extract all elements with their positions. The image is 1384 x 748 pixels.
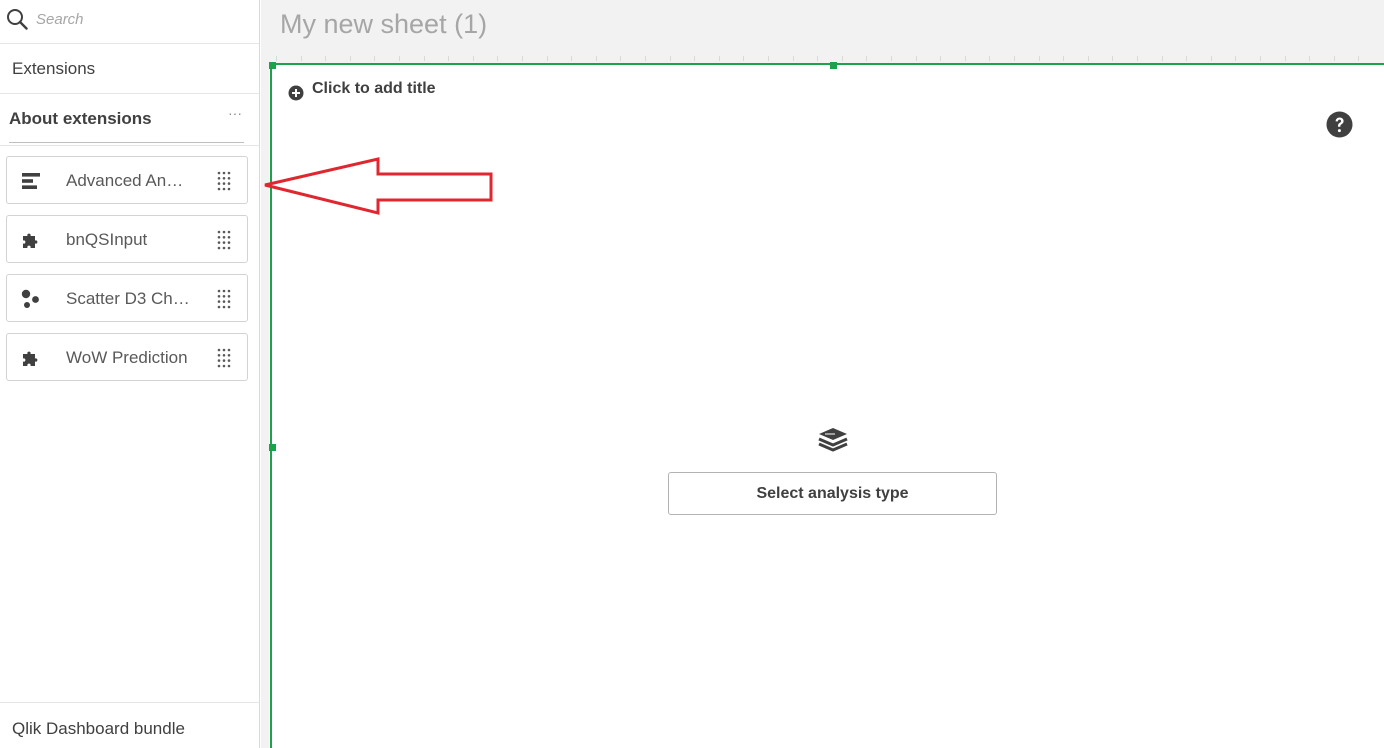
extension-item-label: WoW Prediction [66,348,188,367]
ruler-tick [915,56,917,61]
drag-handle-icon[interactable] [216,288,232,310]
about-extensions-row[interactable]: About extensions ··· [0,94,259,146]
ruler-tick [349,56,351,61]
ruler-tick [448,56,450,61]
bar-chart-icon [22,173,40,189]
ruler-tick [1210,56,1212,61]
ruler-tick [1284,56,1286,61]
ruler-tick [1112,56,1114,61]
bundle-section-label: Qlik Dashboard bundle [12,719,185,738]
extension-item-scatter-d3[interactable]: Scatter D3 Chart [6,274,248,322]
ruler-tick [792,56,794,61]
ruler-tick [964,56,966,61]
ruler-tick [1333,56,1335,61]
ruler-tick [276,56,277,61]
ruler-tick [743,56,745,61]
ruler-tick [1309,56,1311,61]
layers-icon [818,428,848,452]
about-extensions-label: About extensions [9,109,152,128]
extension-item-wow-prediction[interactable]: WoW Prediction [6,333,248,381]
ruler-tick [989,56,991,61]
ruler-tick [1260,56,1261,61]
extension-item-label: Advanced Analytics Integration [66,171,191,190]
ruler-tick [817,56,819,61]
extensions-section-label: Extensions [12,59,96,78]
more-options-icon[interactable]: ··· [228,106,248,122]
drag-handle-icon[interactable] [216,347,232,369]
ruler-tick [645,56,646,61]
ruler-tick [669,56,671,61]
red-arrow-annotation [264,157,493,215]
ruler-tick [497,56,499,61]
ruler-tick [571,56,573,61]
ruler-tick [472,56,474,61]
ruler-tick [841,56,843,61]
extension-item-label: Scatter D3 Chart [66,289,191,308]
ruler-tick [1161,56,1163,61]
ruler-tick [374,56,376,61]
resize-handle-middle-left[interactable] [269,444,276,451]
resize-handle-top-left[interactable] [269,62,276,69]
extension-item-label: bnQSInput [66,230,148,249]
puzzle-icon [23,233,38,248]
help-icon[interactable] [1326,111,1353,138]
ruler-tick [522,56,523,61]
ruler-tick [595,56,597,61]
ruler-tick [1038,56,1040,61]
scatter-icon [21,289,39,308]
ruler-tick [325,56,327,61]
ruler-tick [1137,56,1138,61]
ruler-tick [694,56,696,61]
sheet-header: My new sheet (1) [261,0,1384,62]
puzzle-icon [23,351,38,366]
search-bar [0,0,259,44]
ruler-tick [718,56,720,61]
ruler-tick [768,56,769,61]
ruler-tick [1358,56,1360,61]
drag-handle-icon[interactable] [216,229,232,251]
resize-handle-top-center[interactable] [830,62,837,69]
ruler-tick [300,56,302,61]
ruler-tick [546,56,548,61]
ruler-tick [940,56,942,61]
extensions-section-header[interactable]: Extensions [0,44,259,94]
ruler-tick [399,56,400,61]
about-extensions-divider [9,142,244,143]
search-input[interactable] [36,6,246,32]
ruler-tick [1063,56,1065,61]
ruler-tick [1235,56,1237,61]
qlik-dashboard-bundle-section[interactable]: Qlik Dashboard bundle [0,702,259,748]
ruler-tick [1014,56,1015,61]
ruler-tick [891,56,892,61]
extension-item-bnqsinput[interactable]: bnQSInput [6,215,248,263]
plus-circle-icon [288,85,304,101]
search-icon[interactable] [6,8,28,30]
add-title-label: Click to add title [312,80,436,97]
ruler-tick [1087,56,1089,61]
ruler-tick [620,56,622,61]
drag-handle-icon[interactable] [216,170,232,192]
ruler-tick [423,56,425,61]
ruler-tick [1186,56,1188,61]
extension-item-advanced-analytics[interactable]: Advanced Analytics Integration [6,156,248,204]
assets-panel: Extensions About extensions ··· Advanced… [0,0,260,748]
sheet-title[interactable]: My new sheet (1) [280,9,487,40]
ruler-tick [866,56,868,61]
select-analysis-type-button[interactable]: Select analysis type [668,472,997,515]
